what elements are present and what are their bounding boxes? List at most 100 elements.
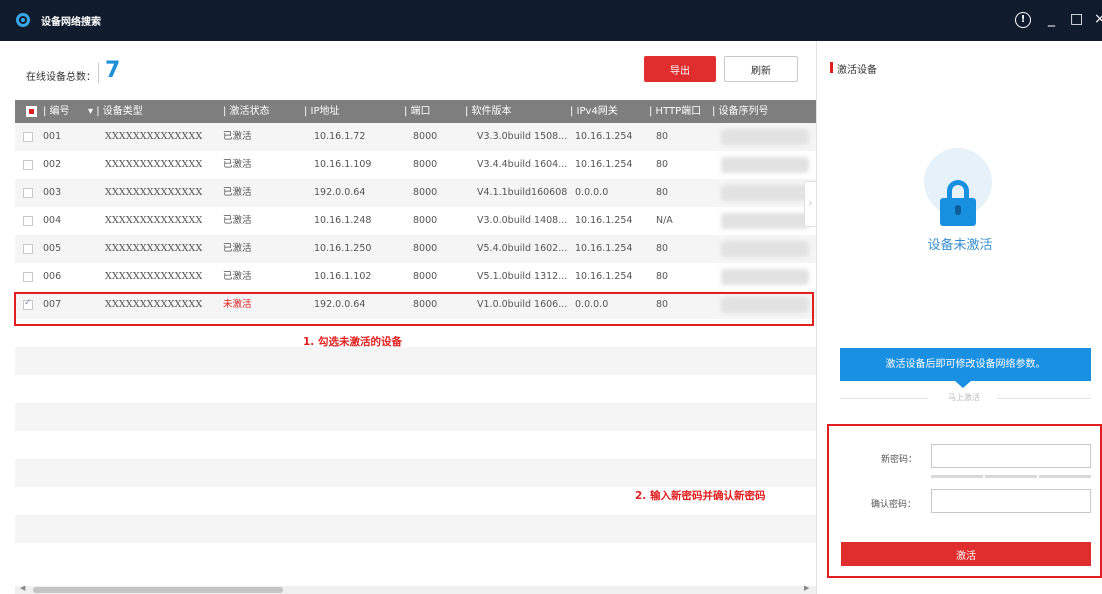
cell-id: 002 — [43, 159, 62, 170]
cell-port: 8000 — [413, 131, 438, 142]
column-header-status[interactable]: | 激活状态 — [223, 100, 270, 123]
cell-http: 80 — [656, 187, 669, 198]
scroll-right-icon[interactable]: ▶ — [804, 584, 809, 592]
table-row[interactable]: 004 XXXXXXXXXXXXXX 已激活 10.16.1.248 8000 V3.0.… — [15, 207, 816, 235]
new-password-label: 新密码： — [881, 455, 918, 465]
redacted-serial — [721, 129, 809, 145]
cell-gateway: 10.16.1.254 — [575, 159, 633, 170]
column-header-gateway[interactable]: | IPv4网关 — [570, 100, 618, 123]
table-row[interactable]: 002 XXXXXXXXXXXXXX 已激活 10.16.1.109 8000 V3.4.… — [15, 151, 816, 179]
table-row[interactable]: 005 XXXXXXXXXXXXXX 已激活 10.16.1.250 8000 V5.4.… — [15, 235, 816, 263]
divider — [997, 398, 1091, 399]
cell-version: V4.1.1build160608 — [477, 187, 568, 198]
step1-annotation: 1. 勾选未激活的设备 — [303, 336, 402, 348]
maximize-icon[interactable]: □ — [1070, 10, 1083, 28]
table-row[interactable]: 001 XXXXXXXXXXXXXX 已激活 10.16.1.72 8000 V3.3.0… — [15, 123, 816, 151]
new-password-input[interactable] — [931, 444, 1091, 468]
panel-title: 激活设备 — [837, 65, 877, 76]
activate-now-label: 马上激活 — [948, 393, 980, 402]
cell-id: 001 — [43, 131, 62, 142]
divider — [840, 398, 928, 399]
cell-status: 已激活 — [223, 187, 252, 198]
lock-keyhole — [955, 205, 961, 215]
title-bar: 设备网络搜索 ! _ □ × — [0, 0, 1102, 41]
selected-row-highlight — [14, 292, 814, 326]
empty-row — [15, 459, 816, 487]
minimize-icon[interactable]: _ — [1048, 10, 1055, 28]
chevron-right-icon: › — [808, 198, 813, 209]
redacted-serial — [721, 185, 809, 201]
panel-title-marker — [830, 62, 833, 73]
cell-id: 003 — [43, 187, 62, 198]
cell-gateway: 10.16.1.254 — [575, 271, 633, 282]
scroll-left-icon[interactable]: ◀ — [20, 584, 25, 592]
cell-port: 8000 — [413, 187, 438, 198]
row-checkbox[interactable] — [23, 216, 33, 226]
cell-status: 已激活 — [223, 159, 252, 170]
app-logo-icon — [16, 13, 30, 27]
scrollbar-thumb[interactable] — [33, 587, 283, 593]
window-title: 设备网络搜索 — [41, 17, 101, 28]
password-form: 新密码： 确认密码： 激活 — [827, 424, 1102, 578]
cell-http: 80 — [656, 159, 669, 170]
online-count-value: 7 — [105, 58, 121, 83]
cell-ip: 10.16.1.250 — [314, 243, 372, 254]
column-header-id[interactable]: | 编号 — [43, 100, 70, 123]
export-button[interactable]: 导出 — [644, 56, 716, 82]
cell-version: V5.1.0build 1312... — [477, 271, 568, 282]
confirm-password-input[interactable] — [931, 489, 1091, 513]
cell-port: 8000 — [413, 215, 438, 226]
cell-http: 80 — [656, 271, 669, 282]
row-checkbox[interactable] — [23, 160, 33, 170]
row-checkbox[interactable] — [23, 132, 33, 142]
cell-type: XXXXXXXXXXXXXX — [105, 187, 203, 198]
horizontal-scrollbar[interactable]: ◀ ▶ — [15, 584, 816, 594]
cell-port: 8000 — [413, 159, 438, 170]
select-all-checkbox[interactable] — [26, 106, 37, 117]
cell-status: 已激活 — [223, 131, 252, 142]
row-checkbox[interactable] — [23, 244, 33, 254]
panel-collapse-handle[interactable]: › — [804, 181, 816, 227]
empty-row — [15, 347, 816, 375]
table-header: | 编号 ▾ | 设备类型 | 激活状态 | IP地址 | 端口 | 软件版本 … — [15, 100, 816, 123]
password-strength-bar — [1039, 475, 1091, 478]
table-row[interactable]: 003 XXXXXXXXXXXXXX 已激活 192.0.0.64 8000 V4.1.1… — [15, 179, 816, 207]
cell-gateway: 10.16.1.254 — [575, 131, 633, 142]
cell-ip: 192.0.0.64 — [314, 187, 366, 198]
table-row[interactable]: 006 XXXXXXXXXXXXXX 已激活 10.16.1.102 8000 V5.1.… — [15, 263, 816, 291]
row-checkbox[interactable] — [23, 188, 33, 198]
cell-gateway: 0.0.0.0 — [575, 187, 609, 198]
cell-type: XXXXXXXXXXXXXX — [105, 159, 203, 170]
info-icon[interactable]: ! — [1015, 12, 1031, 28]
confirm-password-label: 确认密码： — [871, 500, 917, 510]
cell-ip: 10.16.1.72 — [314, 131, 366, 142]
cell-status: 已激活 — [223, 243, 252, 254]
cell-type: XXXXXXXXXXXXXX — [105, 215, 203, 226]
cell-port: 8000 — [413, 243, 438, 254]
online-count-label: 在线设备总数： — [26, 72, 96, 83]
activation-tip: 激活设备后即可修改设备网络参数。 — [840, 348, 1091, 381]
column-header-ip[interactable]: | IP地址 — [304, 100, 340, 123]
tip-arrow — [955, 381, 971, 388]
cell-ip: 10.16.1.109 — [314, 159, 372, 170]
cell-version: V3.0.0build 1408... — [477, 215, 568, 226]
password-strength-bar — [985, 475, 1037, 478]
redacted-serial — [721, 241, 809, 257]
column-header-serial[interactable]: | 设备序列号 — [712, 100, 769, 123]
column-header-http-port[interactable]: | HTTP端口 — [649, 100, 701, 123]
refresh-button[interactable]: 刷新 — [724, 56, 798, 82]
device-list-panel: 在线设备总数： 7 导出 刷新 | 编号 ▾ | 设备类型 | 激活状态 | I… — [0, 41, 816, 594]
column-header-version[interactable]: | 软件版本 — [465, 100, 512, 123]
empty-row — [15, 515, 816, 543]
cell-http: N/A — [656, 215, 673, 226]
cell-gateway: 10.16.1.254 — [575, 243, 633, 254]
close-icon[interactable]: × — [1094, 10, 1102, 28]
column-header-port[interactable]: | 端口 — [404, 100, 431, 123]
cell-type: XXXXXXXXXXXXXX — [105, 243, 203, 254]
row-checkbox[interactable] — [23, 272, 33, 282]
column-header-type[interactable]: ▾ | 设备类型 — [88, 100, 143, 123]
cell-id: 004 — [43, 215, 62, 226]
activate-button[interactable]: 激活 — [841, 542, 1091, 566]
cell-port: 8000 — [413, 271, 438, 282]
step2-annotation: 2. 输入新密码并确认新密码 — [635, 490, 766, 502]
